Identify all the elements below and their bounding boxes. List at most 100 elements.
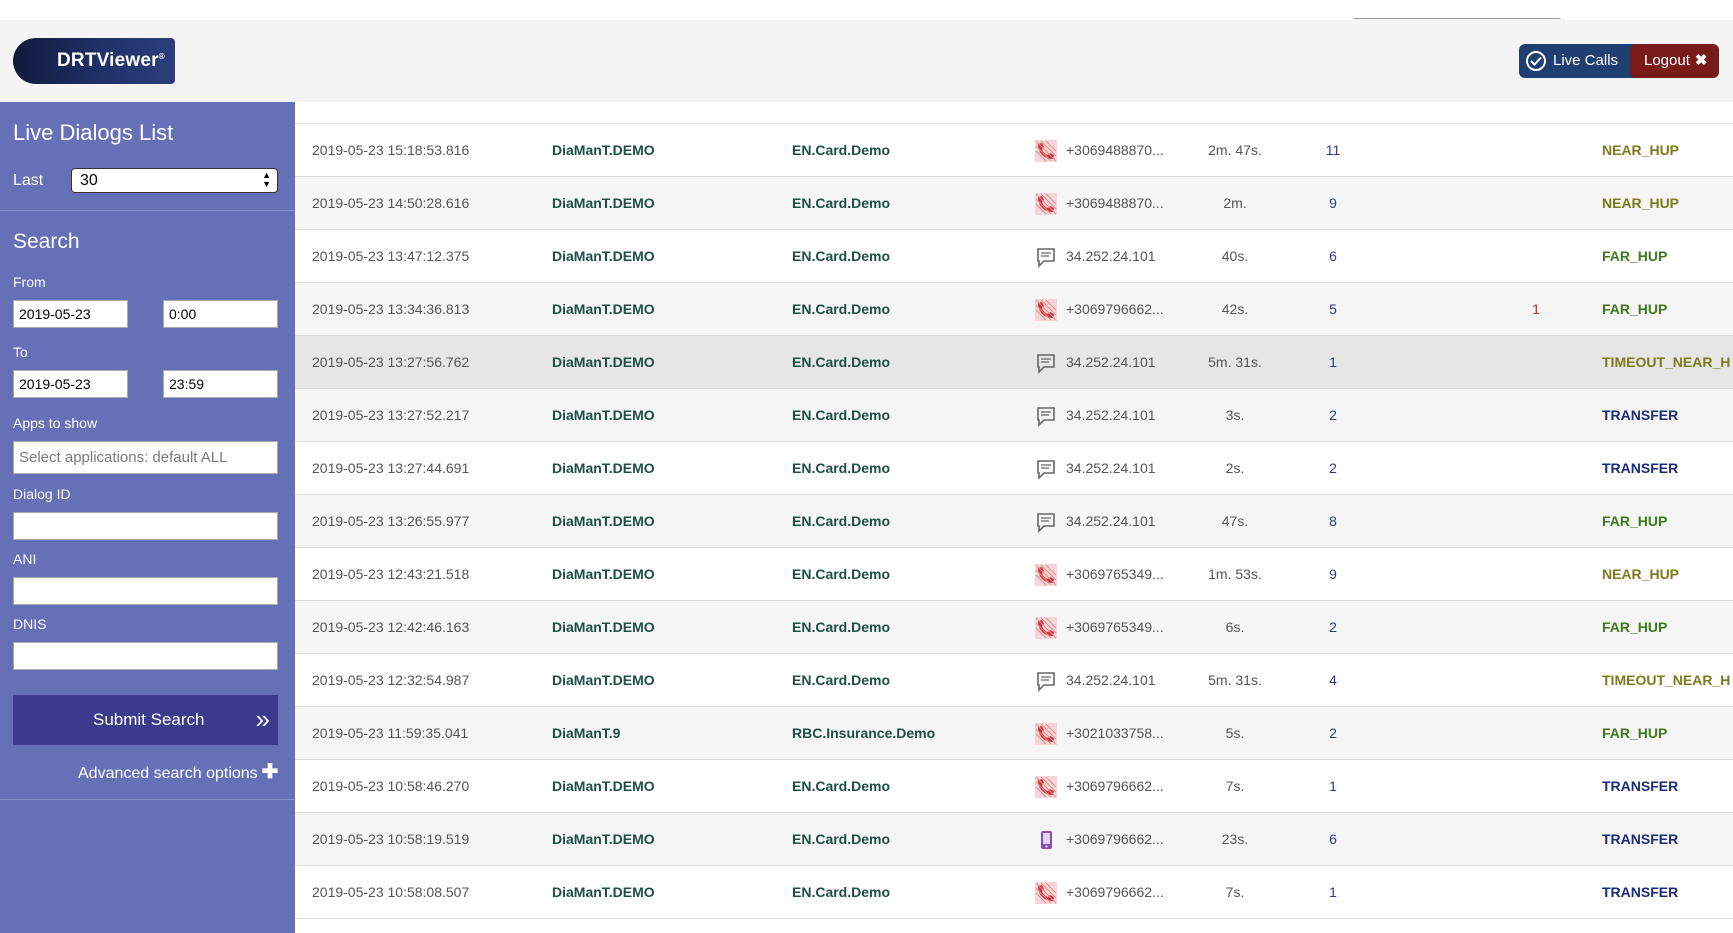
row-system[interactable]: DiaManT.DEMO — [552, 283, 655, 336]
row-date: 2019-05-23 13:34:36.813 — [312, 301, 470, 317]
row-system[interactable]: DiaManT.DEMO — [552, 760, 655, 813]
row-application[interactable]: EN.Card.Demo — [792, 548, 890, 601]
dialog-id-input[interactable] — [13, 512, 278, 540]
row-system[interactable]: DiaManT.DEMO — [552, 230, 655, 283]
table-row[interactable]: 2019-05-23 13:26:55.977 DiaManT.DEMO EN.Ca… — [295, 495, 1733, 548]
phone-icon — [1035, 193, 1057, 215]
top-strip — [0, 0, 1733, 20]
table-row[interactable]: 2019-05-23 14:50:28.616 DiaManT.DEMO EN.Ca… — [295, 177, 1733, 230]
row-ani: 34.252.24.101 — [1066, 672, 1156, 688]
row-steps: 6 — [1329, 831, 1337, 847]
table-row[interactable]: 2019-05-23 15:18:53.816 DiaManT.DEMO EN.Ca… — [295, 124, 1733, 177]
row-application[interactable]: EN.Card.Demo — [792, 336, 890, 389]
live-calls-button[interactable]: Live Calls — [1519, 44, 1643, 78]
row-application[interactable]: EN.Card.Demo — [792, 813, 890, 866]
row-system[interactable]: DiaManT.DEMO — [552, 124, 655, 177]
row-duration: 5m. 31s. — [1208, 354, 1262, 370]
row-system[interactable]: DiaManT.DEMO — [552, 601, 655, 654]
row-application[interactable]: EN.Card.Demo — [792, 601, 890, 654]
row-application[interactable]: EN.Card.Demo — [792, 124, 890, 177]
submit-search-button[interactable]: Submit Search » — [13, 695, 278, 745]
row-system[interactable]: DiaManT.DEMO — [552, 442, 655, 495]
row-duration: 42s. — [1221, 301, 1249, 317]
row-application[interactable]: EN.Card.Demo — [792, 442, 890, 495]
dialog-id-label: Dialog ID — [13, 486, 71, 502]
row-end-reason: TRANSFER — [1602, 831, 1679, 847]
row-application[interactable]: EN.Card.Demo — [792, 866, 890, 919]
row-duration: 6s. — [1225, 619, 1245, 635]
phone-icon — [1035, 299, 1057, 321]
table-row[interactable]: 2019-05-23 10:58:08.507 DiaManT.DEMO EN.Ca… — [295, 866, 1733, 919]
apps-select-input[interactable]: Select applications: default ALL — [13, 441, 278, 474]
row-system[interactable]: DiaManT.DEMO — [552, 866, 655, 919]
dnis-input[interactable] — [13, 642, 278, 670]
advanced-search-label: Advanced search options — [78, 765, 258, 782]
row-steps: 11 — [1325, 142, 1341, 158]
row-duration: 2s. — [1225, 460, 1245, 476]
row-ani: +3069796662... — [1066, 884, 1164, 900]
sidebar: Live Dialogs List Last 30 ▲ ▼ Search From… — [0, 102, 295, 933]
phone-icon — [1035, 882, 1057, 904]
row-system[interactable]: DiaManT.DEMO — [552, 495, 655, 548]
table-row[interactable]: 2019-05-23 13:27:52.217 DiaManT.DEMO EN.Ca… — [295, 389, 1733, 442]
table-row[interactable]: 2019-05-23 13:47:12.375 DiaManT.DEMO EN.Ca… — [295, 230, 1733, 283]
table-row[interactable]: 2019-05-23 11:59:35.041 DiaManT.9 RBC.Insu… — [295, 707, 1733, 760]
last-label: Last — [13, 172, 44, 189]
row-steps: 1 — [1329, 884, 1337, 900]
row-date: 2019-05-23 10:58:08.507 — [312, 884, 470, 900]
table-row[interactable]: 2019-05-23 12:42:46.163 DiaManT.DEMO EN.Ca… — [295, 601, 1733, 654]
row-duration: 2m. — [1223, 195, 1247, 211]
row-system[interactable]: DiaManT.DEMO — [552, 177, 655, 230]
to-time-input[interactable]: 23:59 — [163, 370, 278, 398]
row-system[interactable]: DiaManT.DEMO — [552, 813, 655, 866]
row-system[interactable]: DiaManT.DEMO — [552, 389, 655, 442]
row-application[interactable]: EN.Card.Demo — [792, 495, 890, 548]
row-system[interactable]: DiaManT.9 — [552, 707, 620, 760]
drtviewer-logo[interactable]: DRTViewer® — [13, 38, 175, 84]
table-row[interactable]: 2019-05-23 12:32:54.987 DiaManT.DEMO EN.Ca… — [295, 654, 1733, 707]
dnis-label: DNIS — [13, 616, 47, 632]
ani-input[interactable] — [13, 577, 278, 605]
row-application[interactable]: EN.Card.Demo — [792, 760, 890, 813]
row-steps: 2 — [1329, 460, 1337, 476]
row-duration: 3s. — [1225, 407, 1245, 423]
row-duration: 2m. 47s. — [1208, 142, 1262, 158]
table-row[interactable]: 2019-05-23 13:27:44.691 DiaManT.DEMO EN.Ca… — [295, 442, 1733, 495]
from-date-input[interactable]: 2019-05-23 — [13, 300, 128, 328]
row-end-reason: FAR_HUP — [1602, 248, 1668, 264]
from-time-input[interactable]: 0:00 — [163, 300, 278, 328]
row-system[interactable]: DiaManT.DEMO — [552, 336, 655, 389]
row-application[interactable]: RBC.Insurance.Demo — [792, 707, 935, 760]
row-application[interactable]: EN.Card.Demo — [792, 654, 890, 707]
row-application[interactable]: EN.Card.Demo — [792, 177, 890, 230]
apps-label: Apps to show — [13, 415, 98, 431]
table-body: 2019-05-23 15:18:53.816 DiaManT.DEMO EN.Ca… — [295, 124, 1733, 919]
row-duration: 5m. 31s. — [1208, 672, 1262, 688]
row-system[interactable]: DiaManT.DEMO — [552, 654, 655, 707]
row-steps: 1 — [1329, 778, 1337, 794]
row-application[interactable]: EN.Card.Demo — [792, 283, 890, 336]
row-ani: 34.252.24.101 — [1066, 460, 1156, 476]
table-row[interactable]: 2019-05-23 13:34:36.813 DiaManT.DEMO EN.Ca… — [295, 283, 1733, 336]
row-application[interactable]: EN.Card.Demo — [792, 230, 890, 283]
last-count-select[interactable]: 30 ▲ ▼ — [71, 168, 278, 193]
row-application[interactable]: EN.Card.Demo — [792, 389, 890, 442]
row-date: 2019-05-23 11:59:35.041 — [312, 725, 469, 741]
row-ani: +3069796662... — [1066, 831, 1164, 847]
table-row[interactable]: 2019-05-23 10:58:46.270 DiaManT.DEMO EN.Ca… — [295, 760, 1733, 813]
phone-icon — [1035, 723, 1057, 745]
row-duration: 47s. — [1221, 513, 1249, 529]
row-date: 2019-05-23 13:27:44.691 — [312, 460, 470, 476]
logout-button[interactable]: Logout ✖ — [1630, 44, 1719, 78]
to-date-input[interactable]: 2019-05-23 — [13, 370, 128, 398]
row-end-reason: TIMEOUT_NEAR_H — [1602, 672, 1731, 688]
table-row[interactable]: 2019-05-23 10:58:19.519 DiaManT.DEMO EN.Ca… — [295, 813, 1733, 866]
row-duration: 23s. — [1221, 831, 1249, 847]
advanced-search-link[interactable]: Advanced search options ✚ — [78, 759, 278, 784]
row-end-reason: TRANSFER — [1602, 778, 1679, 794]
row-date: 2019-05-23 13:27:52.217 — [312, 407, 470, 423]
table-row[interactable]: 2019-05-23 12:43:21.518 DiaManT.DEMO EN.Ca… — [295, 548, 1733, 601]
table-row[interactable]: 2019-05-23 13:27:56.762 DiaManT.DEMO EN.Ca… — [295, 336, 1733, 389]
row-ani: +3069488870... — [1066, 142, 1164, 158]
row-system[interactable]: DiaManT.DEMO — [552, 548, 655, 601]
